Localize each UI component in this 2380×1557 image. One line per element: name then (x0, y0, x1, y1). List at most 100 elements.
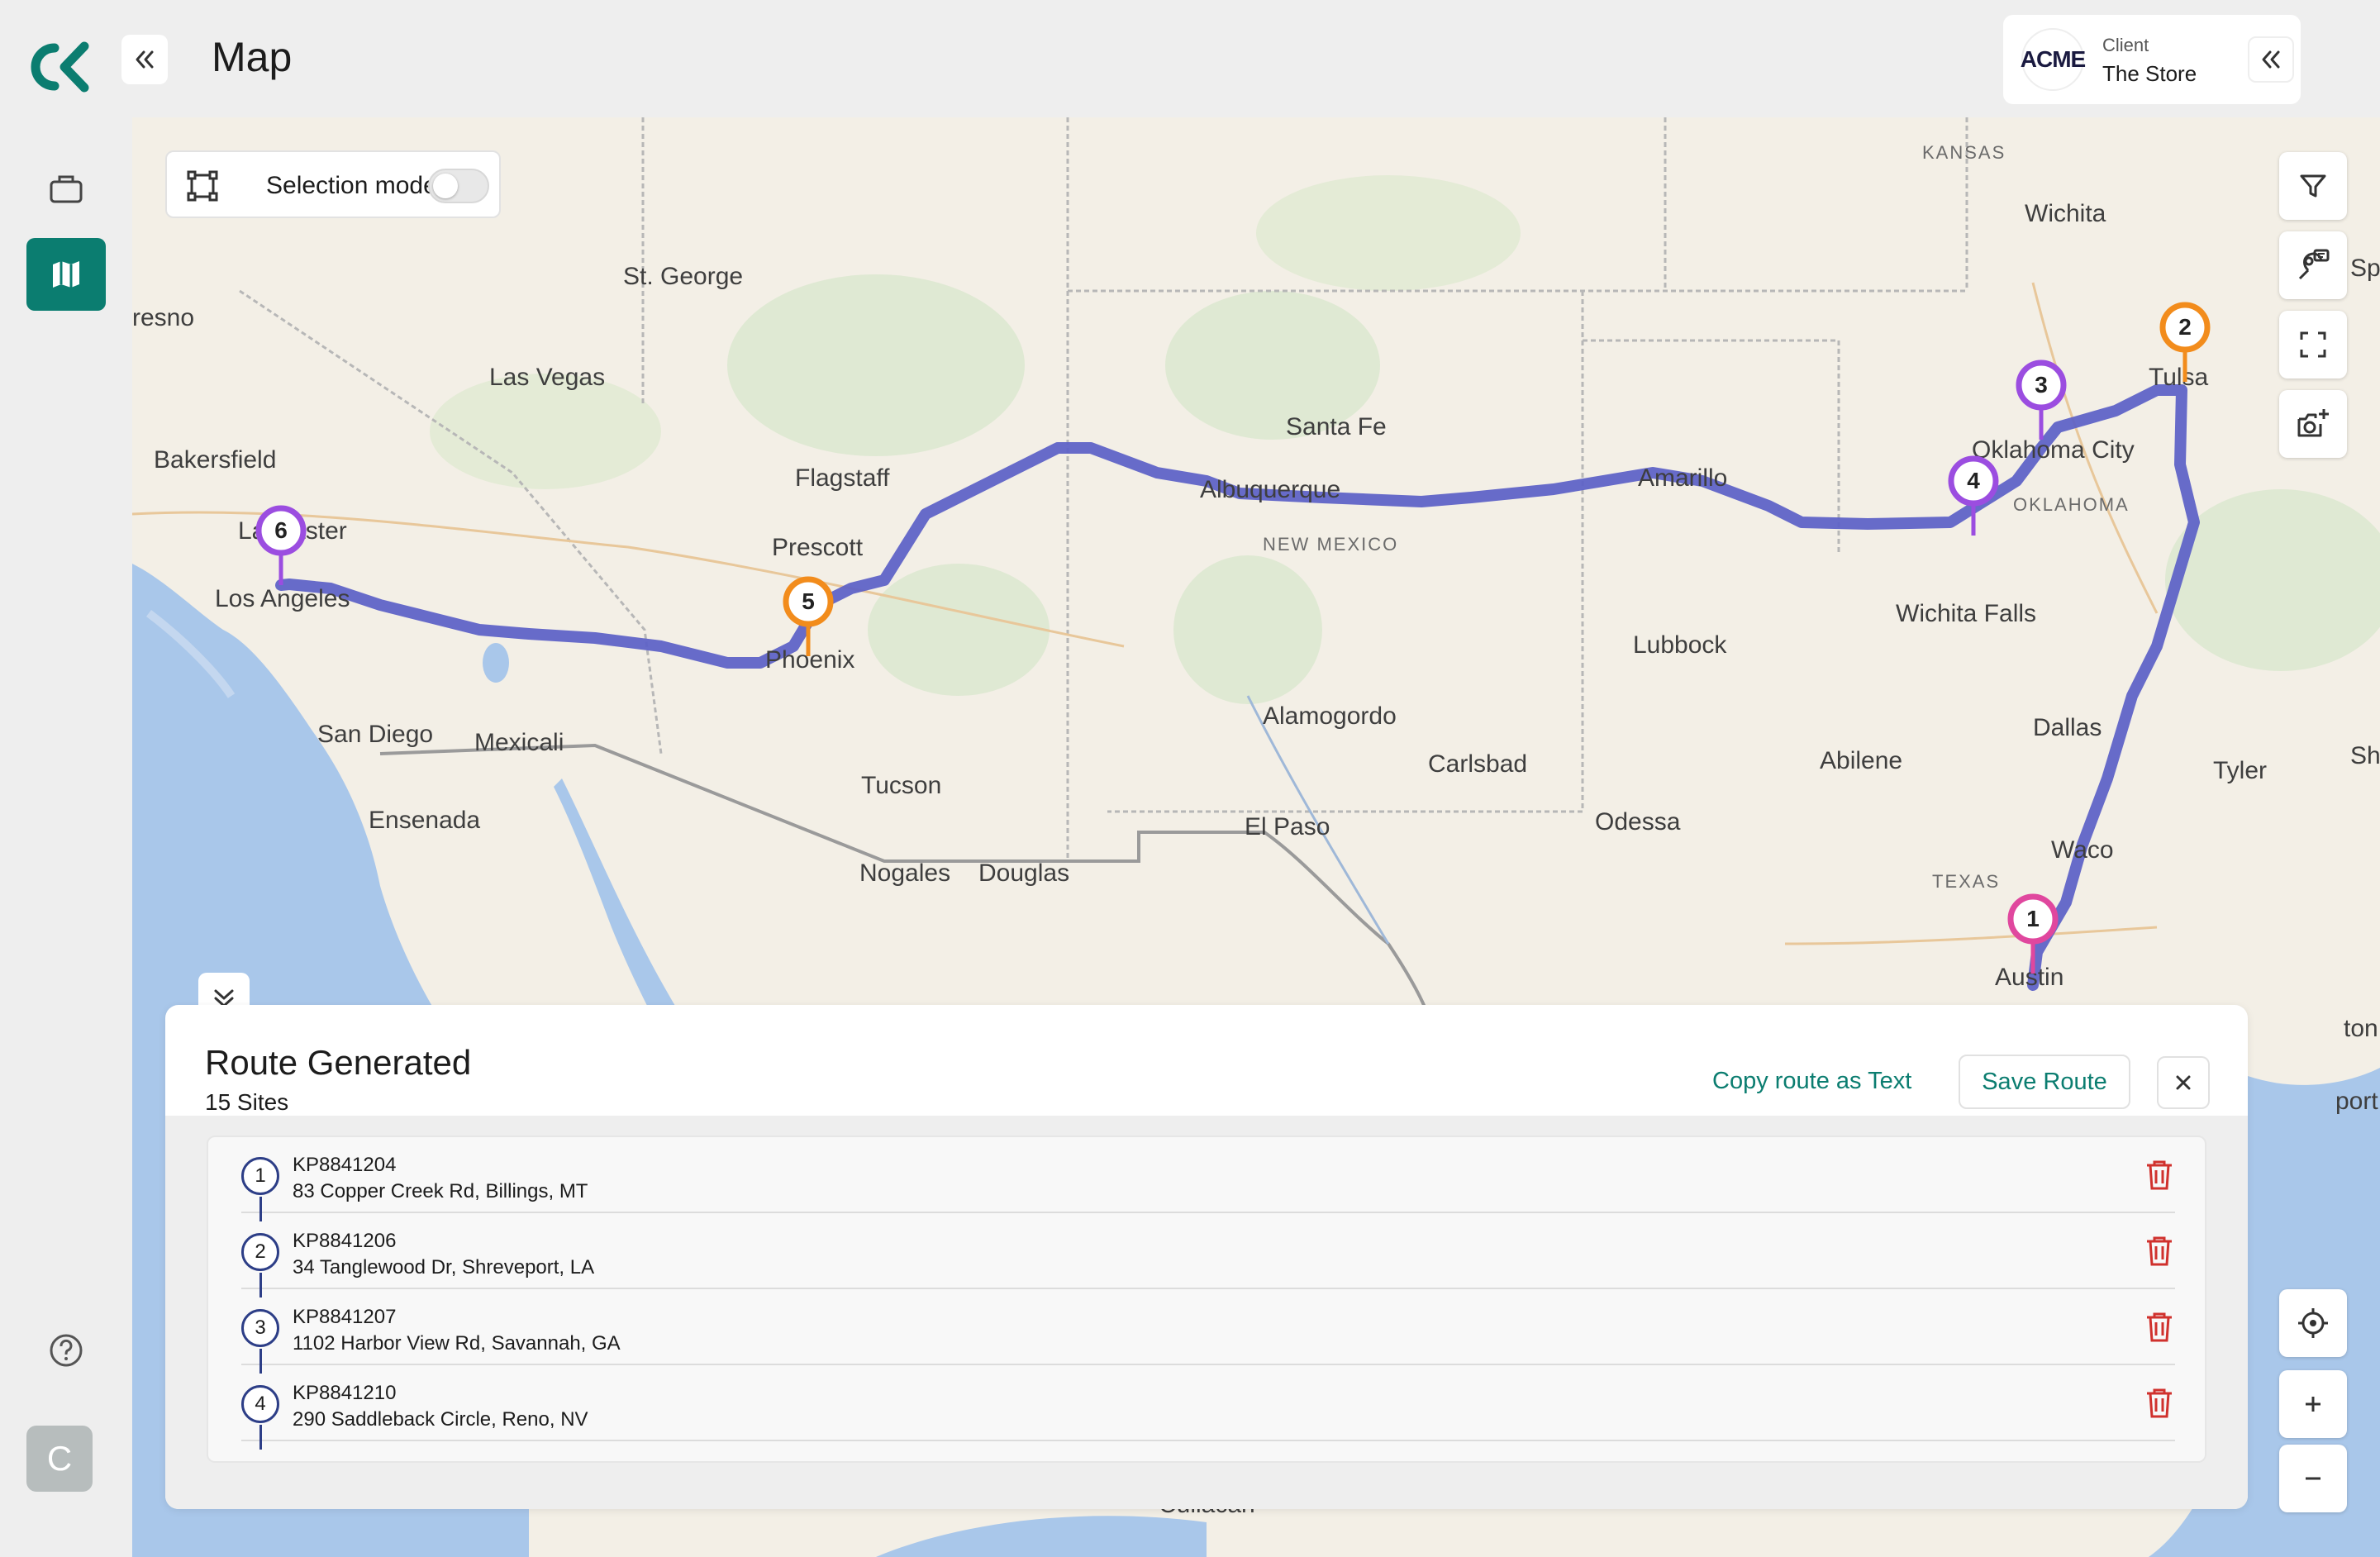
map-label: Odessa (1595, 808, 1681, 836)
fullscreen-icon (2300, 331, 2326, 358)
nav-item-projects[interactable] (26, 152, 106, 225)
route-panel-title: Route Generated (205, 1043, 472, 1082)
step-number (241, 1461, 279, 1463)
map-label: port (2335, 1088, 2378, 1115)
map-label: Carlsbad (1428, 750, 1528, 778)
page-title: Map (212, 34, 293, 80)
map-label: Albuquerque (1200, 476, 1341, 503)
zoom-in-icon (2306, 1397, 2320, 1412)
selection-mode-control: Selection mode (165, 150, 501, 218)
route-site-row[interactable]: 1 KP8841204 83 Copper Creek Rd, Billings… (241, 1137, 2175, 1221)
site-address: 34 Tanglewood Dr, Shreveport, LA (293, 1256, 595, 1278)
route-list-container: 1 KP8841204 83 Copper Creek Rd, Billings… (165, 1116, 2248, 1509)
fullscreen-button[interactable] (2279, 311, 2347, 379)
help-icon[interactable] (48, 1332, 84, 1369)
locate-me-button[interactable] (2279, 1289, 2347, 1357)
map-label: San Diego (317, 721, 434, 748)
trash-icon[interactable] (2144, 1387, 2175, 1420)
route-site-row[interactable]: 4 KP8841210 290 Saddleback Circle, Reno,… (241, 1365, 2175, 1450)
selection-mode-toggle[interactable] (428, 169, 489, 203)
site-id: KP8841204 (293, 1154, 397, 1176)
site-id: KP8841206 (293, 1230, 397, 1252)
map-label: Tucson (861, 772, 942, 799)
map-pin-settings-button[interactable] (2279, 231, 2347, 299)
copy-route-text-link[interactable]: Copy route as Text (1712, 1068, 1911, 1095)
selection-box-icon (187, 170, 218, 202)
route-site-row[interactable]: 3 KP8841207 1102 Harbor View Rd, Savanna… (241, 1289, 2175, 1374)
trash-icon[interactable] (2144, 1235, 2175, 1268)
pin-number: 4 (1967, 468, 1980, 493)
route-site-count: 15 Sites (205, 1089, 289, 1115)
map-label: NEW MEXICO (1263, 534, 1399, 555)
map-label: KANSAS (1922, 142, 2006, 163)
map-label: Abilene (1820, 747, 1903, 774)
client-logo: ACME (2021, 28, 2086, 91)
map-label: St. George (623, 263, 744, 290)
step-number: 2 (241, 1233, 279, 1271)
route-pin-1[interactable]: 1 (2006, 893, 2059, 975)
app-logo-icon[interactable] (28, 41, 89, 93)
pin-number: 6 (274, 517, 288, 543)
route-panel: Route Generated 15 Sites Copy route as T… (165, 1005, 2248, 1509)
map-label: Tyler (2213, 757, 2268, 784)
chevrons-left-icon (136, 50, 154, 69)
left-nav-rail: C (0, 0, 131, 1557)
site-address: 290 Saddleback Circle, Reno, NV (293, 1408, 588, 1431)
map-label: Prescott (772, 534, 864, 561)
selection-mode-label: Selection mode (266, 172, 437, 199)
map-label: ton (2344, 1015, 2378, 1042)
trash-icon[interactable] (2144, 1311, 2175, 1344)
locate-icon (2298, 1308, 2328, 1338)
chevrons-left-icon (2262, 50, 2280, 69)
toggle-knob (433, 174, 458, 198)
filter-button[interactable] (2279, 152, 2347, 220)
route-pin-4[interactable]: 4 (1947, 455, 2000, 537)
route-pin-3[interactable]: 3 (2015, 359, 2068, 441)
client-panel-collapse-button[interactable] (2248, 36, 2294, 83)
zoom-out-button[interactable] (2279, 1445, 2347, 1512)
client-label: Client (2102, 35, 2149, 55)
pin-number: 3 (2035, 372, 2048, 398)
map-label: TEXAS (1932, 871, 2001, 892)
site-address: 83 Copper Creek Rd, Billings, MT (293, 1180, 588, 1202)
map-label: Bakersfield (154, 446, 277, 474)
map-label: Wichita (2025, 200, 2106, 227)
route-site-list[interactable]: 1 KP8841204 83 Copper Creek Rd, Billings… (207, 1136, 2206, 1463)
map-label: Las Vegas (489, 364, 606, 391)
user-avatar[interactable]: C (26, 1426, 93, 1492)
map-label: Mexicali (474, 729, 564, 756)
close-route-panel-button[interactable] (2157, 1056, 2210, 1109)
map-label: Los Angeles (215, 585, 350, 612)
route-pin-5[interactable]: 5 (782, 575, 835, 658)
pin-number: 5 (802, 588, 815, 614)
step-number: 4 (241, 1385, 279, 1423)
briefcase-icon (50, 175, 83, 203)
step-number: 1 (241, 1157, 279, 1195)
route-pin-2[interactable]: 2 (2159, 301, 2211, 383)
map-icon (53, 261, 79, 288)
route-site-row[interactable]: 2 KP8841206 34 Tanglewood Dr, Shreveport… (241, 1213, 2175, 1298)
camera-add-icon (2297, 409, 2329, 437)
map-label: El Paso (1245, 813, 1330, 840)
zoom-out-icon (2306, 1477, 2320, 1480)
filter-icon (2300, 174, 2326, 198)
site-address: 1102 Harbor View Rd, Savannah, GA (293, 1332, 621, 1355)
map-label: Amarillo (1638, 464, 1728, 492)
nav-item-map[interactable] (26, 238, 106, 311)
map-label: Alamogordo (1263, 702, 1397, 730)
map-label: Wichita Falls (1896, 600, 2037, 627)
client-selector[interactable]: ACME Client The Store (2003, 15, 2301, 104)
zoom-in-button[interactable] (2279, 1370, 2347, 1438)
route-pin-6[interactable]: 6 (255, 504, 307, 587)
pin-number: 2 (2178, 314, 2192, 340)
map-label: Santa Fe (1286, 413, 1387, 440)
save-route-button[interactable]: Save Route (1959, 1055, 2130, 1109)
map-label: Lubbock (1633, 631, 1727, 659)
screenshot-button[interactable] (2279, 390, 2347, 458)
map-label: Douglas (978, 859, 1070, 887)
collapse-sidebar-button[interactable] (121, 35, 168, 84)
trash-icon[interactable] (2144, 1159, 2175, 1192)
route-site-row-partial[interactable] (241, 1441, 2175, 1463)
map-label: resno (132, 304, 195, 331)
map-pin-settings-icon (2298, 249, 2330, 280)
